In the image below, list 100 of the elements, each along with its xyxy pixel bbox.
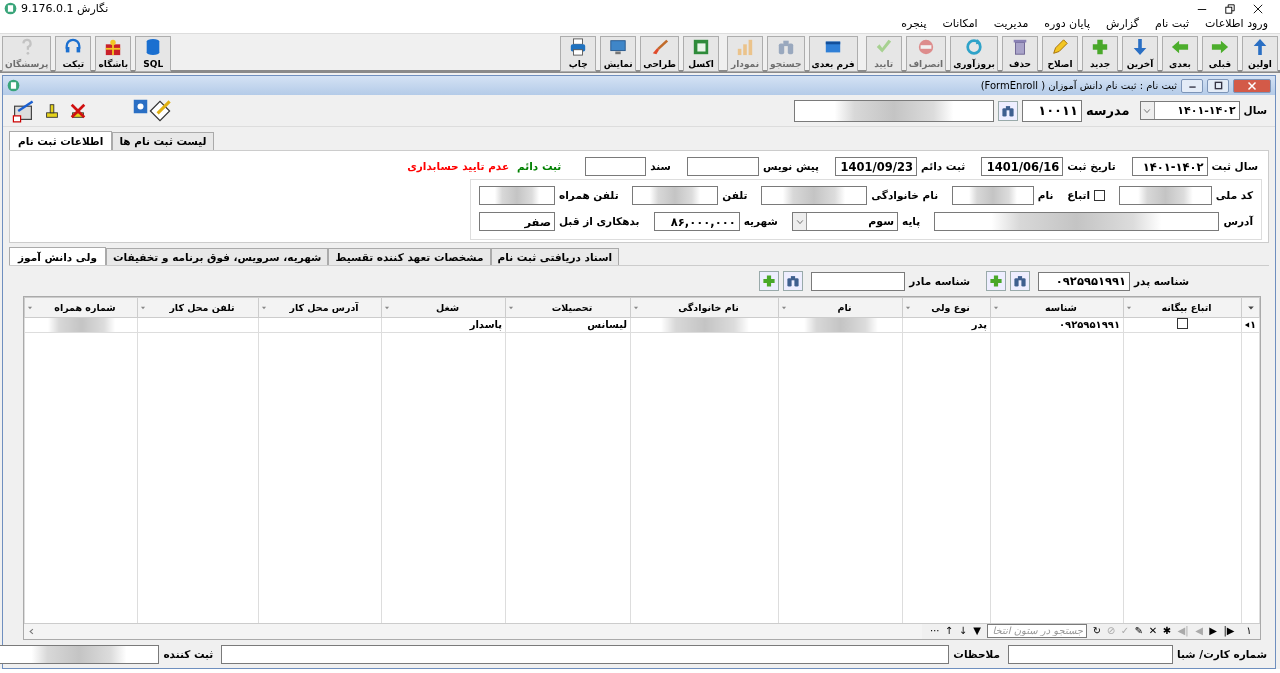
navigator-button[interactable]: ↻ xyxy=(1090,625,1104,638)
input-field[interactable] xyxy=(585,157,647,177)
toolbar-button[interactable]: طراحی xyxy=(640,36,680,72)
navigator-button[interactable]: ↓ xyxy=(956,625,970,638)
cancel-stamp-icon[interactable] xyxy=(69,101,87,120)
input-field[interactable] xyxy=(632,186,719,206)
row-number: ۱ xyxy=(1249,319,1256,332)
toolbar-button[interactable]: فرم بعدی xyxy=(808,36,858,72)
close-icon[interactable] xyxy=(1252,2,1264,15)
toolbar-button[interactable]: باشگاه xyxy=(95,36,132,72)
column-header-label: آدرس محل کار xyxy=(288,302,360,314)
input-field[interactable]: ۱۰۰۱۱ xyxy=(1021,99,1082,122)
dropdown-arrow-icon[interactable] xyxy=(905,304,911,311)
toolbar-button[interactable]: SQL xyxy=(135,36,172,72)
input-field[interactable] xyxy=(934,212,1220,232)
field-label: شهریه xyxy=(743,215,778,228)
navigator-button[interactable]: ✎ xyxy=(1132,625,1146,638)
toolbar-button[interactable]: بروزآوری xyxy=(950,36,998,72)
toolbar-button[interactable]: چاپ xyxy=(560,36,597,72)
input-field[interactable] xyxy=(1118,186,1212,206)
refresh-icon xyxy=(965,38,984,56)
dropdown[interactable]: ۱۴۰۱-۱۴۰۲ xyxy=(1139,101,1240,120)
navigator-button[interactable]: ⋯ xyxy=(928,625,942,638)
checkbox[interactable] xyxy=(1177,318,1188,330)
input-field[interactable]: ۱۴۰۱-۱۴۰۲ xyxy=(1131,157,1208,177)
tab[interactable]: شهریه، سرویس، فوق برنامه و تخفیفات xyxy=(105,247,329,266)
menu-item[interactable]: ثبت نام xyxy=(1147,17,1197,31)
input-field[interactable]: ۸۶,۰۰۰,۰۰۰ xyxy=(653,212,740,232)
dropdown-arrow-icon[interactable] xyxy=(140,304,146,311)
add-button[interactable] xyxy=(759,271,780,292)
dropdown-arrow-icon[interactable] xyxy=(1126,304,1132,311)
toolbar-button[interactable]: حذف xyxy=(1002,36,1038,72)
menu-item[interactable]: پنجره xyxy=(893,17,935,31)
pencil-paper-icon[interactable] xyxy=(148,98,172,123)
input-field[interactable] xyxy=(761,186,868,206)
navigator-button[interactable]: ✱ xyxy=(1160,625,1174,638)
toolbar-button[interactable]: اکسل xyxy=(683,36,720,72)
input-field[interactable] xyxy=(1008,644,1174,664)
input-field[interactable] xyxy=(479,186,556,206)
toolbar-button[interactable]: اصلاح xyxy=(1042,36,1078,72)
dropdown-arrow-icon[interactable] xyxy=(27,304,33,311)
add-button[interactable] xyxy=(986,271,1007,292)
field-label: تلفن xyxy=(722,189,748,202)
input-field[interactable] xyxy=(0,644,160,664)
input-field[interactable] xyxy=(686,157,759,177)
horizontal-scrollbar[interactable] xyxy=(24,623,922,639)
toolbar-button[interactable]: اولین xyxy=(1242,36,1278,72)
tab[interactable]: اسناد دریافتی ثبت نام xyxy=(490,247,620,266)
search-button[interactable] xyxy=(997,100,1018,121)
restore-icon[interactable] xyxy=(1224,2,1236,15)
navigator-button[interactable]: ↑ xyxy=(942,625,956,638)
dropdown-arrow-icon[interactable] xyxy=(993,304,999,311)
dropdown-arrow-icon[interactable] xyxy=(781,304,787,311)
column-chooser-button[interactable] xyxy=(1241,297,1260,318)
input-field[interactable]: 1401/09/23 xyxy=(835,157,917,177)
input-field[interactable]: ۰۹۲۵۹۵۱۹۹۱ xyxy=(1038,271,1131,291)
checkbox-label: اتباع xyxy=(1067,189,1091,202)
checklist-icon[interactable] xyxy=(11,98,35,123)
dropdown[interactable]: سوم xyxy=(792,212,899,232)
tab[interactable]: ولی دانش آموز xyxy=(9,246,106,267)
search-field[interactable]: جستجو در ستون انتخا xyxy=(987,624,1087,639)
input-field[interactable]: 1401/06/16 xyxy=(981,157,1064,177)
menu-item[interactable]: مدیریت xyxy=(985,17,1037,31)
field-label: کد ملی xyxy=(1215,189,1253,202)
table-cell: لیسانس xyxy=(505,317,631,333)
stamp-icon[interactable] xyxy=(43,101,61,120)
toolbar-button[interactable]: آخرین xyxy=(1122,36,1158,72)
checkbox[interactable] xyxy=(1094,190,1106,202)
dropdown-arrow-icon[interactable] xyxy=(384,304,390,311)
input-field[interactable]: صفر xyxy=(479,212,555,232)
input-field[interactable] xyxy=(221,644,950,664)
navigator-button[interactable]: ▼ xyxy=(970,625,984,638)
dropdown-arrow-icon[interactable] xyxy=(633,304,639,311)
up-arrow-icon xyxy=(1251,38,1269,56)
menu-item[interactable]: امکانات xyxy=(934,17,986,31)
close-button[interactable] xyxy=(1233,78,1271,93)
tab[interactable]: اطلاعات ثبت نام xyxy=(9,131,113,151)
toolbar-button[interactable]: نمایش xyxy=(600,36,637,72)
tab[interactable]: لیست ثبت نام ها xyxy=(112,132,214,150)
navigator-button[interactable]: ✕ xyxy=(1146,625,1160,638)
input-field[interactable] xyxy=(793,99,994,122)
scroll-left-icon[interactable] xyxy=(28,627,35,635)
toolbar-button[interactable]: بعدی xyxy=(1162,36,1198,72)
menu-item[interactable]: ورود اطلاعات xyxy=(1197,17,1276,31)
search-button[interactable] xyxy=(1010,271,1031,292)
toolbar-button[interactable]: قبلی xyxy=(1202,36,1238,72)
toolbar-button[interactable]: تیکت xyxy=(55,36,92,72)
input-field[interactable] xyxy=(951,186,1034,206)
navigator-button[interactable]: ▶ xyxy=(1206,625,1220,638)
menu-item[interactable]: پایان دوره xyxy=(1036,17,1098,31)
restore-button[interactable] xyxy=(1207,78,1229,93)
menu-item[interactable]: گزارش xyxy=(1098,17,1148,31)
gear-icon[interactable] xyxy=(133,98,148,114)
tab[interactable]: مشخصات تعهد کننده تقسیط xyxy=(328,247,491,266)
search-button[interactable] xyxy=(783,271,804,292)
toolbar-button[interactable]: جدید xyxy=(1082,36,1118,72)
input-field[interactable] xyxy=(811,271,906,291)
navigator-button[interactable]: ▶| xyxy=(1220,625,1238,638)
dropdown-arrow-icon[interactable] xyxy=(261,304,267,311)
dropdown-arrow-icon[interactable] xyxy=(508,304,514,311)
